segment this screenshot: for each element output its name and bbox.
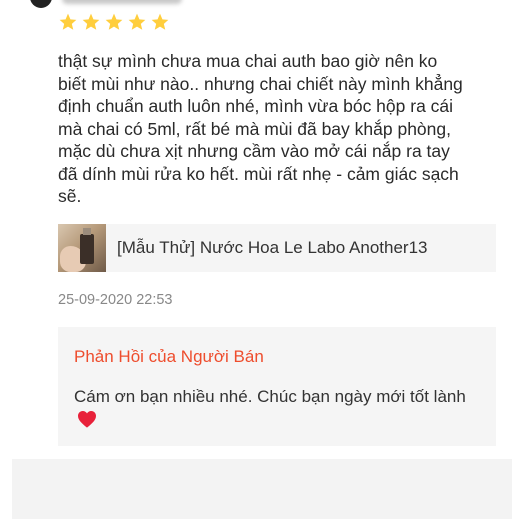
product-card[interactable]: [Mẫu Thử] Nước Hoa Le Labo Another13 bbox=[58, 224, 496, 272]
star-icon bbox=[59, 13, 77, 30]
star-icon bbox=[82, 13, 100, 30]
seller-reply-box: Phản Hồi của Người Bán Cám ơn bạn nhiều … bbox=[58, 327, 496, 446]
perfume-bottle-shape bbox=[80, 234, 94, 264]
product-thumbnail[interactable] bbox=[58, 224, 106, 272]
seller-reply-title: Phản Hồi của Người Bán bbox=[74, 347, 264, 366]
review-date: 25-09-2020 22:53 bbox=[58, 292, 173, 308]
seller-reply-content: Cám ơn bạn nhiều nhé. Chúc bạn ngày mới … bbox=[74, 385, 484, 431]
bottle-cap-shape bbox=[83, 228, 91, 235]
reviewer-username-blurred bbox=[62, 0, 182, 4]
star-icon bbox=[105, 13, 123, 30]
rating-stars bbox=[58, 12, 170, 32]
product-name[interactable]: [Mẫu Thử] Nước Hoa Le Labo Another13 bbox=[117, 238, 428, 258]
red-heart-icon bbox=[78, 410, 96, 428]
reviewer-avatar[interactable] bbox=[30, 0, 52, 8]
review-text: thật sự mình chưa mua chai auth bao giờ … bbox=[58, 51, 463, 206]
seller-reply-text: Cám ơn bạn nhiều nhé. Chúc bạn ngày mới … bbox=[74, 387, 466, 406]
next-review-panel bbox=[12, 459, 512, 519]
star-icon bbox=[151, 13, 169, 30]
star-icon bbox=[128, 13, 146, 30]
